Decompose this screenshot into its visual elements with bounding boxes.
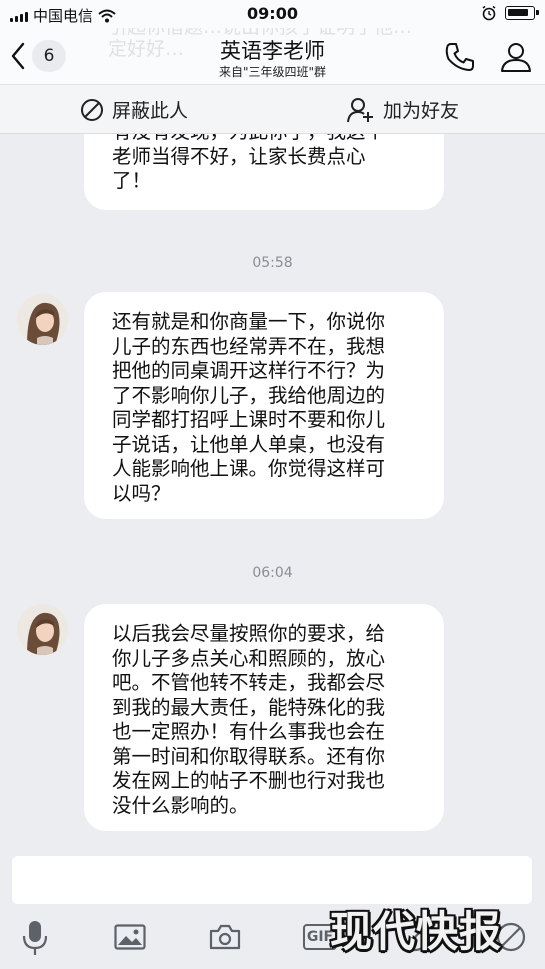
message-bubble[interactable]: 有没有发现，为此你了，我这个 老师当得不好，让家长费点心 了！ [84,134,444,210]
message-input[interactable] [12,856,532,904]
phone-icon [445,43,474,71]
avatar-portrait-icon [17,294,68,345]
message-line: 老师当得不好，让家长费点心 [112,144,366,168]
mic-icon[interactable] [22,920,48,956]
profile-button[interactable] [499,40,533,78]
message-line: 第一时间和你取得联系。还有你 [112,744,386,768]
clock: 09:00 [247,4,298,23]
message-line: 发在网上的帖子不删也行对我也 [112,769,386,792]
message-line: 把他的同桌调开这样行不行？为 [112,359,386,382]
message-text: 有没有发现，为此你了，我这个 老师当得不好，让家长费点心 了！ [112,134,416,194]
message-line: 儿子的东西也经常弄不在，我想 [112,334,386,358]
message-line: 子说话，让他单人单桌，也没有 [112,432,386,456]
message-line: 也一定照办！有什么事我也会在 [112,720,386,743]
message-line: 同学都打招呼上课时不要和你儿 [112,408,386,431]
message-line: 你儿子多点关心和照顾的，放心 [112,646,386,670]
message-line: 没什么影响的。 [112,793,249,817]
block-user-button[interactable]: 屏蔽此人 [80,96,188,123]
battery-icon [505,6,539,20]
message-bubble[interactable]: 还有就是和你商量一下，你说你 儿子的东西也经常弄不在，我想 把他的同桌调开这样行… [84,292,444,519]
message-line: 了不影响你儿子，我给他周边的 [112,383,386,407]
message-timestamp: 06:04 [252,565,293,581]
message-line: 到我的最大责任，能特殊化的我 [112,695,386,719]
message-bubble[interactable]: 以后我会尽量按照你的要求，给 你儿子多点关心和照顾的，放心 吧。不管他转不转走，… [84,604,444,831]
avatar-portrait-icon [17,604,68,655]
news-watermark: 现代快报 [330,907,503,956]
message-line: 以吗？ [112,481,171,505]
message-line: 了！ [112,169,152,192]
block-user-label: 屏蔽此人 [112,100,189,122]
message-line: 人能影响他上课。你觉得这样可 [112,457,386,480]
message-line: 还有就是和你商量一下，你说你 [112,310,386,333]
image-icon[interactable] [114,924,146,950]
message-line: 有没有发现，为此你了，我这个 [112,134,416,145]
stranger-action-bar: 屏蔽此人 加为好友 [0,84,545,134]
add-friend-button[interactable]: 加为好友 [347,96,459,123]
block-icon [81,98,103,121]
alarm-icon [482,5,496,21]
avatar[interactable] [17,294,68,345]
message-list[interactable]: 有没有发现，为此你了，我这个 老师当得不好，让家长费点心 了！ 05:58 还有… [0,134,545,854]
avatar[interactable] [17,604,68,655]
call-button[interactable] [443,40,477,78]
camera-icon[interactable] [209,924,241,950]
status-bar: 中国电信 09:00 [0,0,545,28]
message-line: 吧。不管他转不转走，我都会尽 [112,671,386,694]
add-person-icon [347,97,373,122]
add-friend-label: 加为好友 [383,100,460,122]
status-right [481,5,539,21]
message-line: 以后我会尽量按照你的要求，给 [112,622,386,645]
chat-header: 引起你借题…说出你孩子证明了他…一定好好… 6 英语李老师 来自"三年级四班"群 [0,28,545,84]
person-icon [501,43,531,72]
message-timestamp: 05:58 [252,255,293,271]
